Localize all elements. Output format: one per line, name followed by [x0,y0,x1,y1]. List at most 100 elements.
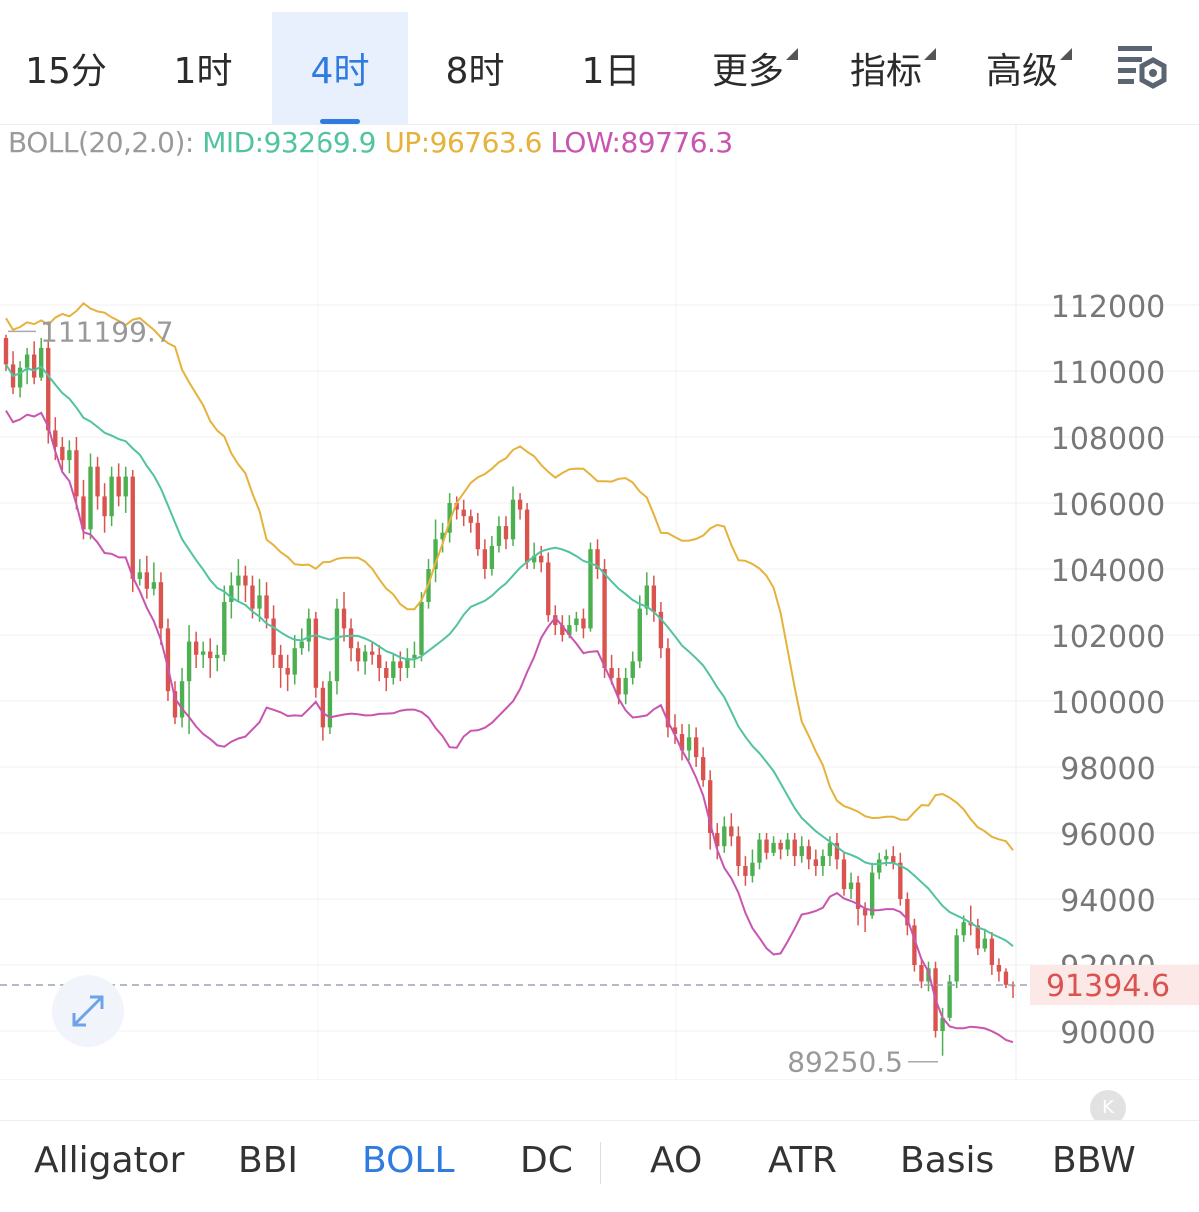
candle-down [919,965,924,982]
candle-down [243,575,248,586]
indicator-dropdown[interactable]: 指标 [826,12,946,124]
dropdown-triangle-icon [786,48,798,60]
candle-down [989,938,995,965]
indicator-alligator[interactable]: Alligator [34,1140,185,1181]
candle-down [700,757,706,781]
candle-up [799,846,804,857]
candle-down [278,654,283,668]
candle-up [820,856,826,866]
candle-down [320,687,326,728]
candle-up [884,856,889,860]
tab-1h[interactable]: 1时 [136,12,270,124]
candle-down [524,509,530,563]
candle-down [468,516,473,523]
candle-down [461,509,466,517]
candle-down [377,654,382,668]
dropdown-wrap: 高级 [986,42,1072,94]
indicator-bbi[interactable]: BBI [238,1140,298,1181]
indicator-divider [600,1142,601,1184]
candle-down [841,859,847,890]
current-price-label: 91394.6 [1046,969,1170,1004]
chart-settings-icon[interactable] [1112,40,1172,100]
y-axis-label: 112000 [1051,290,1166,325]
candle-up [510,499,516,540]
y-axis-label: 96000 [1060,818,1155,853]
candle-down [271,618,276,655]
candle-up [489,545,495,569]
candle-up [722,826,727,847]
candle-up [630,661,635,678]
y-axis-label: 110000 [1051,356,1166,391]
candle-down [341,608,347,629]
high-marker-label: 111199.7 [40,315,174,348]
tab-8h[interactable]: 8时 [408,12,542,124]
chart-settings-icon-svg [1118,46,1167,89]
indicator-boll[interactable]: BOLL [362,1140,455,1181]
indicator-ao[interactable]: AO [650,1140,702,1181]
y-axis-label: 102000 [1051,620,1166,655]
candle-down [264,595,269,619]
candle-up [67,450,72,461]
candle-up [982,938,988,949]
candle-up [419,602,424,655]
candle-up [827,842,833,857]
more-dropdown[interactable]: 更多 [688,12,808,124]
dropdown-wrap: 更多 [711,42,798,94]
expand-icon [72,995,104,1027]
tab-label: 1日 [581,51,641,92]
chart-area[interactable]: 112000 110000 108000 106000 104000 102000 1000… [0,124,1199,1120]
advanced-dropdown[interactable]: 高级 [962,12,1082,124]
y-axis-label: 100000 [1051,686,1166,721]
candle-down [736,836,741,866]
timeframe-bar: 15分 1时 4时 8时 1日 更多 指标 高级 [0,0,1199,125]
indicator-bbw[interactable]: BBW [1052,1140,1136,1181]
candle-down [60,446,65,461]
candle-down [517,499,523,510]
tab-1d[interactable]: 1日 [544,12,678,124]
candle-down [348,628,354,649]
candle-down [102,496,107,517]
y-axis-label: 108000 [1051,422,1166,457]
y-axis-label: 90000 [1060,1016,1155,1051]
candle-up [200,651,206,655]
candle-down [813,859,819,866]
tab-15min[interactable]: 15分 [0,12,132,124]
candle-down [250,585,255,609]
tab-label: 更多 [711,51,784,92]
tab-4h[interactable]: 4时 [272,12,408,124]
candle-down [369,651,375,655]
low-marker-label: 89250.5 [787,1046,903,1079]
candle-down [285,668,290,675]
candlestick-chart[interactable]: 112000 110000 108000 106000 104000 102000 1000… [0,124,1199,1120]
candle-down [475,522,480,550]
candle-down [743,866,748,876]
candle-down [651,585,657,612]
candle-down [158,582,164,629]
y-axis-label: 98000 [1060,752,1155,787]
candle-up [623,677,628,695]
candle-up [39,347,44,378]
candle-down [616,677,621,695]
tab-label: 4时 [310,51,370,92]
indicator-dc[interactable]: DC [520,1140,573,1181]
candle-down [193,641,199,655]
indicator-atr[interactable]: ATR [768,1140,837,1181]
candle-up [588,549,593,629]
candle-down [602,569,607,668]
candle-down [693,737,699,758]
candle-up [215,654,220,659]
k-label: K [1102,1097,1114,1118]
candle-down [764,839,769,853]
candle-down [384,668,389,678]
candle-up [151,582,157,589]
candle-up [24,354,30,368]
y-axis-label: 94000 [1060,884,1155,919]
candle-up [362,651,368,662]
candle-up [236,575,241,586]
expand-button[interactable] [52,975,124,1047]
boll-lower-line [5,410,1014,1044]
candle-up [877,859,882,873]
candle-up [954,935,959,982]
indicator-basis[interactable]: Basis [900,1140,994,1181]
candle-down [144,572,150,589]
